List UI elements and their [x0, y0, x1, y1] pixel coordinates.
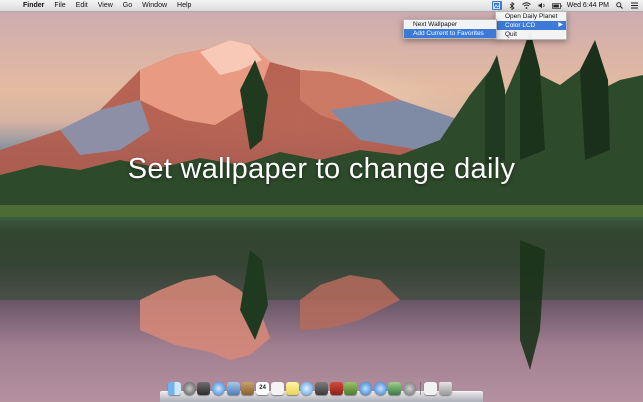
submenu-arrow-icon: ▶ — [558, 22, 563, 28]
mail-icon[interactable] — [226, 382, 240, 395]
launchpad-icon[interactable] — [182, 382, 196, 395]
menu-file[interactable]: File — [49, 2, 70, 9]
battery-icon[interactable] — [551, 1, 562, 10]
menu-item-color-lcd-label: Color LCD — [505, 22, 536, 29]
calendar-day-label: 24 — [259, 385, 266, 391]
spotlight-search-icon[interactable] — [614, 1, 624, 10]
menu-edit[interactable]: Edit — [71, 2, 93, 9]
contacts-icon[interactable] — [241, 382, 255, 395]
menu-item-add-to-favorites[interactable]: Add Current to Favorites — [404, 29, 496, 38]
photo-booth-icon[interactable] — [329, 382, 343, 395]
color-lcd-submenu: Next Wallpaper Add Current to Favorites — [403, 19, 497, 39]
volume-icon[interactable] — [537, 1, 547, 10]
mission-control-icon[interactable] — [197, 382, 211, 395]
reminders-icon[interactable] — [270, 382, 284, 395]
documents-icon[interactable] — [424, 382, 438, 395]
app-store-icon[interactable] — [373, 382, 387, 395]
daily-planet-menu: Open Daily Planet Color LCD ▶ Quit — [495, 11, 567, 40]
menu-item-open-daily-planet[interactable]: Open Daily Planet — [496, 12, 566, 21]
messages-icon[interactable] — [300, 382, 314, 395]
daily-planet-status-icon[interactable] — [491, 1, 502, 10]
menu-item-quit[interactable]: Quit — [496, 30, 566, 39]
desktop-wallpaper: Set wallpaper to change daily — [0, 0, 643, 402]
menubar-clock[interactable]: Wed 6:44 PM — [567, 2, 609, 9]
dock: 24 — [160, 378, 483, 402]
calendar-icon[interactable]: 24 — [256, 382, 270, 395]
itunes-icon[interactable] — [358, 382, 372, 395]
notification-center-icon[interactable] — [629, 1, 639, 10]
menu-go[interactable]: Go — [118, 2, 137, 9]
menu-view[interactable]: View — [93, 2, 118, 9]
wallpaper-caption: Set wallpaper to change daily — [127, 153, 516, 185]
mountain-lake-scene — [0, 30, 643, 370]
facetime-icon[interactable] — [314, 382, 328, 395]
bluetooth-icon[interactable] — [507, 1, 517, 10]
system-preferences-icon[interactable] — [403, 382, 416, 395]
menu-finder[interactable]: Finder — [18, 2, 49, 9]
iphoto-icon[interactable] — [344, 382, 358, 395]
wifi-icon[interactable] — [522, 1, 532, 10]
dock-separator — [419, 382, 421, 395]
safari-icon[interactable] — [212, 382, 226, 395]
menu-item-color-lcd[interactable]: Color LCD ▶ — [496, 21, 566, 30]
notes-icon[interactable] — [285, 382, 299, 395]
menu-window[interactable]: Window — [137, 2, 172, 9]
preview-icon[interactable] — [388, 382, 402, 395]
finder-icon[interactable] — [168, 382, 181, 395]
menu-item-next-wallpaper[interactable]: Next Wallpaper — [404, 20, 496, 29]
trash-icon[interactable] — [439, 382, 453, 395]
menu-help[interactable]: Help — [172, 2, 196, 9]
